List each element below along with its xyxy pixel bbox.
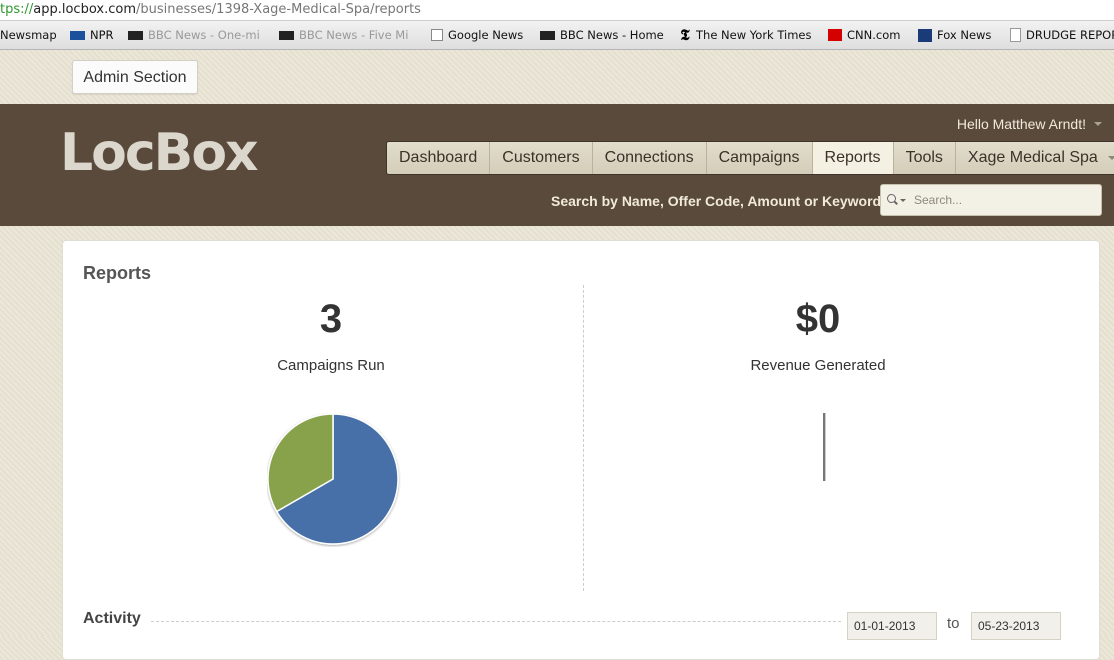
url-host: app.locbox.com	[33, 2, 136, 17]
nav-campaigns[interactable]: Campaigns	[706, 142, 813, 174]
bookmark-bbc-one[interactable]: BBC News - One-mi	[128, 21, 260, 49]
activity-heading: Activity	[83, 610, 141, 627]
column-divider	[583, 285, 584, 591]
page-title: Reports	[83, 263, 152, 283]
bookmark-nyt[interactable]: 𝕿 The New York Times	[679, 21, 812, 49]
bookmark-label: CNN.com	[847, 28, 901, 42]
search-options-caret-icon[interactable]	[900, 198, 906, 202]
campaigns-label: Campaigns Run	[277, 357, 385, 374]
chevron-down-icon	[1094, 122, 1102, 126]
bookmarks-bar: Newsmap NPR BBC News - One-mi BBC News -…	[0, 21, 1114, 50]
bookmark-bbc-home[interactable]: BBC News - Home	[540, 21, 664, 49]
bookmark-label: Google News	[448, 28, 524, 42]
bookmark-label: The New York Times	[696, 28, 812, 42]
greeting-text: Hello Matthew Arndt!	[956, 116, 1086, 132]
admin-section-button[interactable]: Admin Section	[72, 60, 198, 94]
bbc-icon	[279, 30, 294, 40]
search-icon[interactable]	[887, 194, 899, 206]
revenue-chart-placeholder	[823, 413, 826, 481]
search-field[interactable]	[880, 184, 1102, 216]
revenue-amount: $0	[795, 297, 841, 341]
date-range-to-label: to	[947, 615, 960, 632]
bookmark-label: BBC News - Home	[560, 28, 664, 42]
reports-panel: Reports 3 Campaigns Run $0 Revenue Gener…	[62, 240, 1100, 660]
url-path: /businesses/1398-Xage-Medical-Spa/report…	[135, 2, 421, 17]
revenue-stat: $0 Revenue Generated	[668, 297, 968, 374]
bookmark-label: Fox News	[937, 28, 992, 42]
bookmark-npr[interactable]: NPR	[70, 21, 114, 49]
nyt-icon: 𝕿	[680, 25, 690, 44]
nav-business-select[interactable]: Xage Medical Spa	[955, 142, 1114, 174]
address-bar[interactable]: tps://app.locbox.com/businesses/1398-Xag…	[0, 0, 1114, 21]
campaigns-pie-chart[interactable]	[267, 413, 401, 547]
app-header: LocBox Hello Matthew Arndt! Dashboard Cu…	[0, 104, 1114, 226]
bookmark-label: Newsmap	[0, 28, 57, 42]
bookmark-label: DRUDGE REPORT	[1026, 28, 1114, 42]
business-name: Xage Medical Spa	[967, 149, 1098, 166]
cnn-icon	[828, 29, 842, 41]
nav-tools[interactable]: Tools	[893, 142, 956, 174]
bookmark-bbc-five[interactable]: BBC News - Five Mi	[279, 21, 408, 49]
main-nav: Dashboard Customers Connections Campaign…	[386, 141, 1114, 175]
campaigns-count: 3	[319, 297, 343, 341]
fox-icon	[918, 28, 932, 42]
nav-customers[interactable]: Customers	[490, 142, 593, 174]
bbc-icon	[128, 30, 143, 40]
url-scheme: tps://	[0, 2, 34, 17]
bookmark-label: BBC News - Five Mi	[299, 28, 409, 42]
user-menu[interactable]: Hello Matthew Arndt!	[957, 116, 1102, 132]
google-news-icon	[431, 29, 443, 41]
npr-icon	[70, 30, 85, 40]
bookmark-label: BBC News - One-mi	[148, 28, 260, 42]
nav-reports[interactable]: Reports	[812, 142, 894, 174]
nav-connections[interactable]: Connections	[592, 142, 707, 174]
bookmark-fox[interactable]: Fox News	[918, 21, 991, 49]
campaigns-stat: 3 Campaigns Run	[181, 297, 481, 374]
bookmark-label: NPR	[90, 28, 114, 42]
bookmark-newsmap[interactable]: Newsmap	[0, 21, 57, 49]
locbox-logo[interactable]: LocBox	[60, 123, 259, 183]
bookmark-google-news[interactable]: Google News	[431, 21, 523, 49]
bbc-icon	[540, 30, 555, 40]
search-label: Search by Name, Offer Code, Amount or Ke…	[551, 193, 882, 209]
bookmark-drudge[interactable]: DRUDGE REPORT	[1010, 21, 1114, 49]
nav-dashboard[interactable]: Dashboard	[387, 142, 491, 174]
search-input[interactable]	[912, 192, 1096, 208]
page-icon	[1010, 28, 1021, 42]
chevron-down-icon	[1107, 156, 1114, 160]
bookmark-cnn[interactable]: CNN.com	[828, 21, 900, 49]
activity-divider	[151, 621, 841, 622]
revenue-label: Revenue Generated	[750, 357, 886, 374]
